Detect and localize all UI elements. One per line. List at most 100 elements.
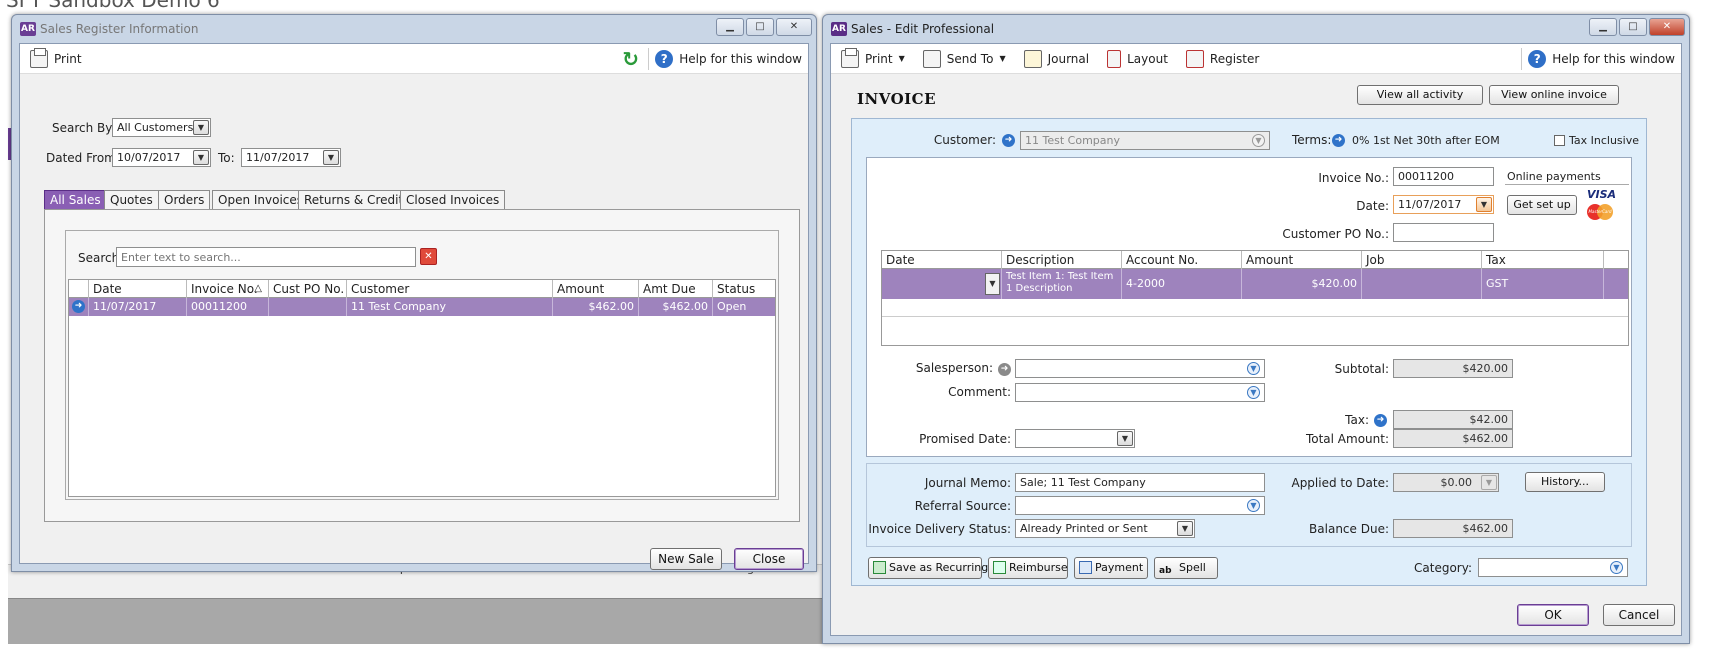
save-as-recurring-button[interactable]: Save as Recurring: [868, 557, 988, 579]
line-account-cell[interactable]: 4-2000: [1122, 269, 1242, 299]
tab-orders[interactable]: Orders: [158, 190, 211, 209]
terms-arrow-icon[interactable]: ➜: [1332, 134, 1345, 147]
journal-memo-label: Journal Memo:: [924, 476, 1011, 490]
customer-arrow-icon[interactable]: ➜: [1002, 134, 1015, 147]
journal-button[interactable]: Journal: [1023, 49, 1089, 68]
maximize-button[interactable]: □: [1619, 18, 1647, 36]
register-icon: [1185, 49, 1204, 68]
payment-icon: [1079, 561, 1092, 574]
chevron-down-icon[interactable]: ▼: [1481, 475, 1497, 490]
help-button[interactable]: ? Help for this window: [655, 49, 802, 68]
search-by-select[interactable]: All Customers ▼: [112, 118, 211, 137]
total-amount-label: Total Amount:: [1305, 432, 1389, 446]
col-amount[interactable]: Amount: [553, 280, 639, 298]
dated-from-field[interactable]: 10/07/2017 ▼: [112, 148, 211, 167]
help-icon: ?: [655, 49, 674, 68]
ok-button[interactable]: OK: [1517, 604, 1589, 626]
tab-all-sales[interactable]: All Sales: [44, 190, 107, 209]
view-online-invoice-button[interactable]: View online invoice: [1489, 85, 1619, 105]
col-amt-due[interactable]: Amt Due: [639, 280, 713, 298]
salesperson-field[interactable]: ▼: [1015, 359, 1265, 378]
col-cust-po[interactable]: Cust PO No.: [269, 280, 347, 298]
calendar-dropdown-icon[interactable]: ▼: [193, 150, 209, 165]
col-status[interactable]: Status: [713, 280, 777, 298]
empty-line-row[interactable]: [882, 299, 1628, 317]
customer-po-field[interactable]: [1393, 223, 1494, 242]
invoice-date-field[interactable]: 11/07/2017 ▼: [1393, 195, 1494, 214]
calendar-dropdown-icon[interactable]: ▼: [1476, 197, 1492, 212]
col-date[interactable]: Date: [89, 280, 187, 298]
view-all-activity-button[interactable]: View all activity: [1357, 85, 1483, 105]
close-button[interactable]: Close: [734, 548, 804, 570]
line-description-cell[interactable]: Test Item 1: Test Item 1 Description: [1002, 269, 1122, 299]
refresh-icon[interactable]: ↻: [622, 49, 642, 69]
register-button[interactable]: Register: [1185, 49, 1259, 68]
close-window-button[interactable]: ✕: [776, 18, 812, 36]
category-select[interactable]: ▼: [1478, 558, 1628, 577]
spell-button[interactable]: ab Spell: [1154, 557, 1218, 579]
maximize-button[interactable]: □: [746, 18, 774, 36]
tax-inclusive-checkbox[interactable]: [1554, 135, 1565, 146]
col-description: Description: [1002, 251, 1122, 269]
customer-field[interactable]: 11 Test Company ▼: [1020, 131, 1270, 150]
search-input[interactable]: [116, 247, 416, 267]
promised-date-field[interactable]: ▼: [1015, 429, 1135, 448]
col-invoice-no[interactable]: Invoice No. △: [187, 280, 269, 298]
send-to-button[interactable]: Send To ▼: [922, 49, 1006, 68]
cancel-button[interactable]: Cancel: [1603, 604, 1675, 626]
tab-open-invoices[interactable]: Open Invoices: [212, 190, 310, 209]
invoice-window-controls: ▁ □ ✕: [1589, 18, 1685, 36]
payment-button[interactable]: Payment: [1074, 557, 1148, 579]
register-list-area: Search: ✕ Date Invoice No. △ Cust PO No.…: [65, 230, 779, 500]
table-row[interactable]: ➜ 11/07/2017 00011200 11 Test Company $4…: [69, 298, 775, 316]
minimize-button[interactable]: ▁: [716, 18, 744, 36]
invoice-heading: INVOICE: [857, 90, 937, 108]
print-menu-button[interactable]: Print ▼: [841, 47, 905, 68]
applied-to-date-value: $0.00 ▼: [1393, 473, 1499, 492]
calendar-dropdown-icon[interactable]: ▼: [323, 150, 339, 165]
col-account-no: Account No.: [1122, 251, 1242, 269]
invoice-no-field[interactable]: 00011200: [1393, 167, 1494, 186]
balance-due-label: Balance Due:: [1309, 522, 1389, 536]
reimburse-button[interactable]: Reimburse: [988, 557, 1068, 579]
invoice-toolbar: Print ▼ Send To ▼ Journal Layout Registe…: [831, 44, 1681, 74]
delivery-status-select[interactable]: Already Printed or Sent ▼: [1015, 519, 1195, 538]
chevron-down-icon[interactable]: ▼: [985, 273, 1000, 295]
help-button[interactable]: ? Help for this window: [1528, 49, 1675, 68]
invoice-window: AR Sales - Edit Professional ▁ □ ✕ Print…: [822, 14, 1690, 644]
comment-label: Comment:: [948, 385, 1011, 399]
line-amount-cell[interactable]: $420.00: [1242, 269, 1362, 299]
comment-field[interactable]: ▼: [1015, 383, 1265, 402]
journal-memo-field[interactable]: Sale; 11 Test Company: [1015, 473, 1265, 492]
get-set-up-button[interactable]: Get set up: [1507, 195, 1577, 215]
line-job-cell[interactable]: [1362, 269, 1482, 299]
register-window-title: Sales Register Information: [40, 22, 199, 36]
referral-source-field[interactable]: ▼: [1015, 496, 1265, 515]
tab-returns-credits[interactable]: Returns & Credits: [298, 190, 416, 209]
register-titlebar[interactable]: AR Sales Register Information: [12, 15, 816, 43]
line-tax-cell[interactable]: GST: [1482, 269, 1604, 299]
tax-arrow-icon[interactable]: ➜: [1374, 414, 1387, 427]
register-tabs: All Sales Quotes Orders Open Invoices Re…: [44, 190, 804, 210]
calendar-dropdown-icon[interactable]: ▼: [1117, 431, 1133, 446]
tab-quotes[interactable]: Quotes: [104, 190, 159, 209]
layout-button[interactable]: Layout: [1107, 49, 1168, 68]
clear-search-icon[interactable]: ✕: [420, 248, 437, 265]
cell-invoice-no: 00011200: [187, 298, 269, 316]
history-button[interactable]: History...: [1525, 472, 1605, 492]
close-window-button[interactable]: ✕: [1649, 18, 1685, 36]
print-button[interactable]: Print: [30, 47, 82, 68]
dated-to-field[interactable]: 11/07/2017 ▼: [241, 148, 341, 167]
cell-customer: 11 Test Company: [347, 298, 553, 316]
salesperson-arrow-icon[interactable]: ➜: [998, 363, 1011, 376]
line-date-cell[interactable]: ▼: [882, 269, 1002, 299]
tab-closed-invoices[interactable]: Closed Invoices: [400, 190, 506, 209]
new-sale-button[interactable]: New Sale: [650, 548, 722, 570]
sales-grid: Date Invoice No. △ Cust PO No. Customer …: [68, 279, 776, 497]
col-customer[interactable]: Customer: [347, 280, 553, 298]
cell-status: Open: [717, 300, 747, 313]
invoice-titlebar[interactable]: AR Sales - Edit Professional: [823, 15, 1689, 43]
minimize-button[interactable]: ▁: [1589, 18, 1617, 36]
row-arrow-icon[interactable]: ➜: [72, 300, 85, 313]
line-item-row[interactable]: ▼ Test Item 1: Test Item 1 Description 4…: [882, 269, 1628, 299]
